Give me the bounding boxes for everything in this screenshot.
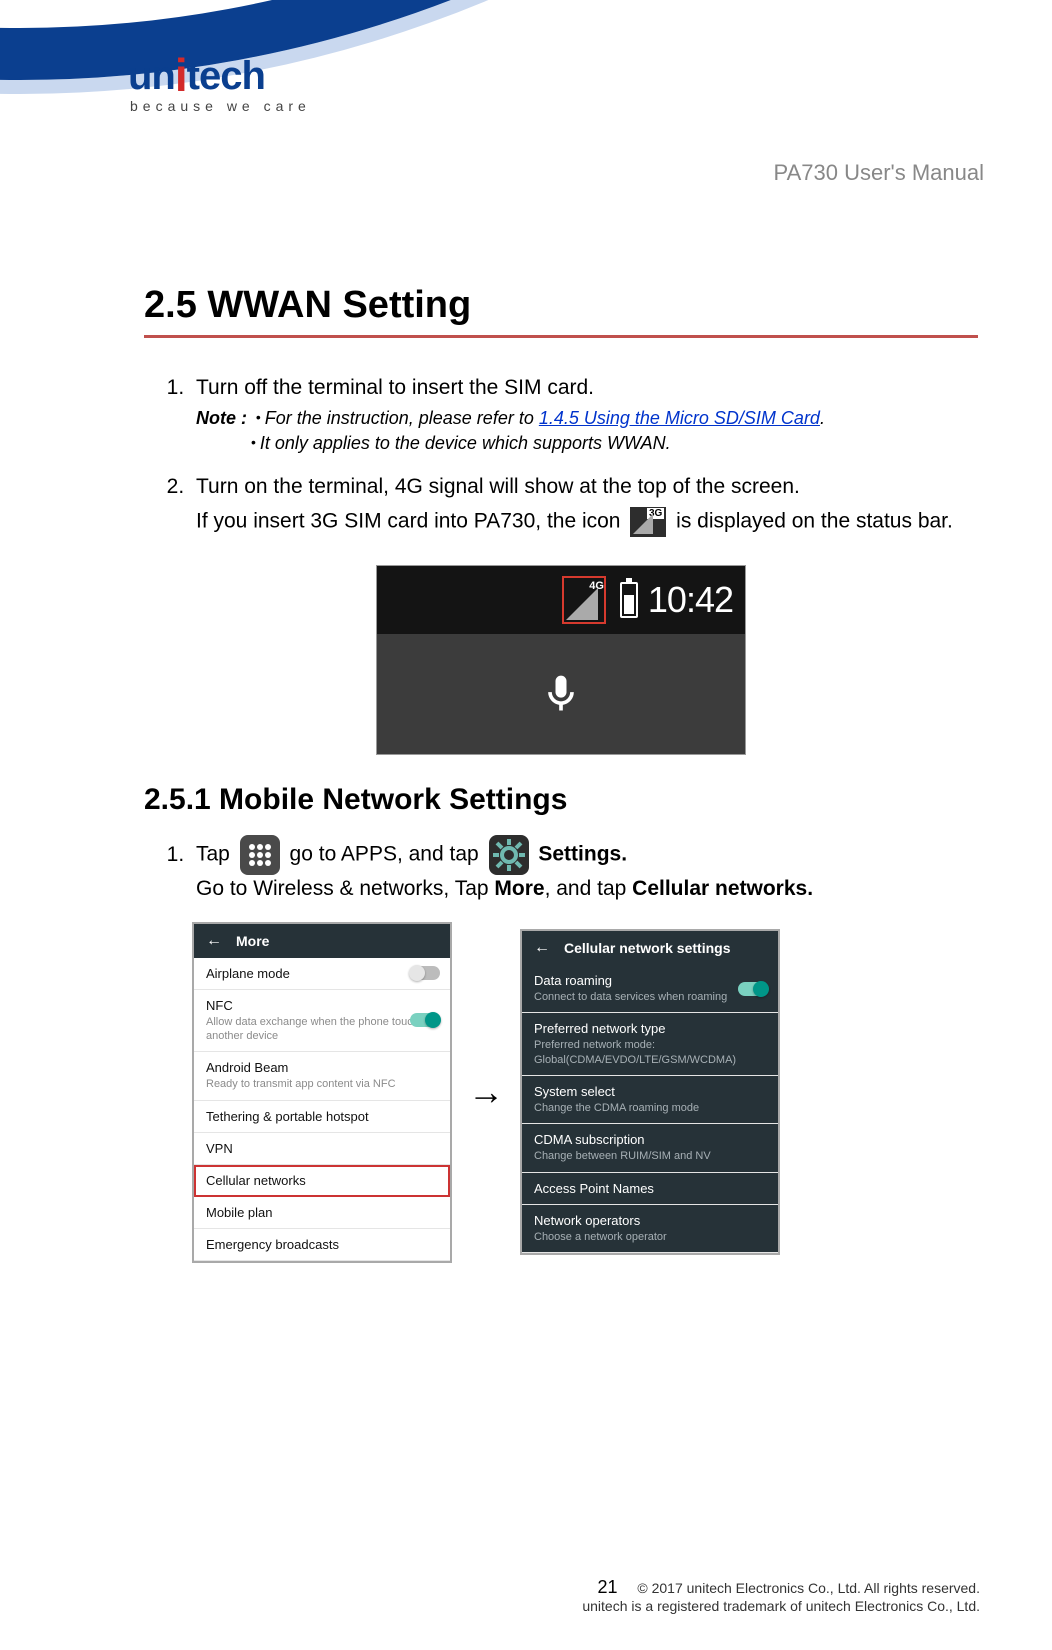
bullet-icon: •	[251, 434, 260, 450]
roaming-toggle[interactable]	[738, 982, 768, 996]
row-beam[interactable]: Android Beam Ready to transmit app conte…	[194, 1052, 450, 1100]
airplane-toggle[interactable]	[410, 966, 440, 980]
cellular-header: ← Cellular network settings	[522, 931, 778, 965]
statusbar: 4G 10:42	[377, 566, 745, 634]
row-pref-title: Preferred network type	[534, 1021, 766, 1036]
substep-1-e: , and tap	[545, 877, 633, 900]
substep-1-a: Tap	[196, 843, 236, 866]
row-preferred-type[interactable]: Preferred network type Preferred network…	[522, 1013, 778, 1076]
step-1-text: Turn off the terminal to insert the SIM …	[196, 376, 594, 399]
note-label: Note :	[196, 408, 247, 428]
arrow-right-icon: →	[468, 1074, 504, 1110]
section-heading: 2.5 WWAN Setting	[144, 284, 978, 327]
row-cdma-sub: Change between RUIM/SIM and NV	[534, 1149, 766, 1163]
row-plan-title: Mobile plan	[206, 1205, 438, 1220]
note-b: It only applies to the device which supp…	[260, 433, 671, 453]
step-1-note: Note : • For the instruction, please ref…	[196, 406, 978, 455]
nfc-toggle[interactable]	[410, 1013, 440, 1027]
back-arrow-icon[interactable]: ←	[206, 932, 222, 950]
row-nfc-title: NFC	[206, 998, 438, 1013]
row-roam-sub: Connect to data services when roaming	[534, 990, 766, 1004]
note-a-link[interactable]: 1.4.5 Using the Micro SD/SIM Card	[539, 408, 820, 428]
row-cell-title: Cellular networks	[206, 1173, 438, 1188]
logo-suffix: tech	[187, 54, 265, 98]
step-1: Turn off the terminal to insert the SIM …	[190, 374, 978, 455]
row-airplane[interactable]: Airplane mode	[194, 958, 450, 990]
substep-1-c: Settings.	[538, 843, 627, 866]
row-tether[interactable]: Tethering & portable hotspot	[194, 1101, 450, 1133]
note-a-prefix: For the instruction, please refer to	[265, 408, 539, 428]
signal-4g-icon: 4G	[566, 582, 602, 620]
row-cellular-networks[interactable]: Cellular networks	[194, 1165, 450, 1197]
bullet-icon: •	[252, 409, 265, 425]
substep-1: Tap go to APPS, and tap Settings. Go to …	[190, 835, 978, 903]
row-ops-title: Network operators	[534, 1213, 766, 1228]
page-number: 21	[597, 1577, 617, 1598]
more-header-title: More	[236, 933, 269, 949]
row-sys-sub: Change the CDMA roaming mode	[534, 1101, 766, 1115]
row-tether-title: Tethering & portable hotspot	[206, 1109, 438, 1124]
note-a-suffix: .	[820, 408, 825, 428]
row-system-select[interactable]: System select Change the CDMA roaming mo…	[522, 1076, 778, 1124]
search-row	[377, 634, 745, 754]
footer-line2: unitech is a registered trademark of uni…	[582, 1598, 980, 1614]
row-emergency[interactable]: Emergency broadcasts	[194, 1229, 450, 1261]
section-rule	[144, 335, 978, 338]
row-apn[interactable]: Access Point Names	[522, 1173, 778, 1205]
step-2-body-a: If you insert 3G SIM card into PA730, th…	[196, 510, 626, 533]
row-data-roaming[interactable]: Data roaming Connect to data services wh…	[522, 965, 778, 1013]
row-mobile-plan[interactable]: Mobile plan	[194, 1197, 450, 1229]
row-vpn-title: VPN	[206, 1141, 438, 1156]
substep-1-b: go to APPS, and tap	[290, 843, 485, 866]
substep-1-cell: Cellular networks.	[632, 877, 813, 900]
row-beam-title: Android Beam	[206, 1060, 438, 1075]
row-cdma-title: CDMA subscription	[534, 1132, 766, 1147]
battery-icon	[620, 582, 638, 618]
subsection-heading: 2.5.1 Mobile Network Settings	[144, 783, 978, 817]
cellular-header-title: Cellular network settings	[564, 940, 730, 956]
footer-line1: © 2017 unitech Electronics Co., Ltd. All…	[637, 1580, 980, 1596]
row-beam-sub: Ready to transmit app content via NFC	[206, 1077, 438, 1091]
signal-highlight: 4G	[562, 576, 606, 624]
page-footer: 21 © 2017 unitech Electronics Co., Ltd. …	[72, 1577, 980, 1614]
statusbar-figure: 4G 10:42	[376, 565, 746, 755]
statusbar-time: 10:42	[648, 579, 733, 621]
screenshots-row: ← More Airplane mode NFC Allow data exch…	[192, 922, 978, 1263]
row-nfc-sub: Allow data exchange when the phone touch…	[206, 1015, 438, 1044]
row-emerg-title: Emergency broadcasts	[206, 1237, 438, 1252]
settings-gear-icon	[489, 835, 529, 875]
apps-icon	[240, 835, 280, 875]
row-sys-title: System select	[534, 1084, 766, 1099]
row-pref-sub: Preferred network mode: Global(CDMA/EVDO…	[534, 1038, 766, 1067]
brand-logo: unitech because we care	[128, 48, 984, 114]
substep-1-d: Go to Wireless & networks, Tap	[196, 877, 494, 900]
document-title: PA730 User's Manual	[774, 160, 984, 186]
row-apn-title: Access Point Names	[534, 1181, 766, 1196]
back-arrow-icon[interactable]: ←	[534, 939, 550, 957]
screenshot-cellular: ← Cellular network settings Data roaming…	[520, 929, 780, 1255]
logo-tagline: because we care	[130, 98, 984, 114]
substep-1-more: More	[494, 877, 544, 900]
mic-icon	[539, 664, 583, 724]
signal-4g-label: 4G	[589, 580, 604, 592]
logo-prefix: un	[128, 54, 175, 98]
step-2: Turn on the terminal, 4G signal will sho…	[190, 473, 978, 537]
row-cdma-subscription[interactable]: CDMA subscription Change between RUIM/SI…	[522, 1124, 778, 1172]
row-ops-sub: Choose a network operator	[534, 1230, 766, 1244]
step-2-text: Turn on the terminal, 4G signal will sho…	[196, 475, 800, 498]
logo-dot-i: i	[175, 49, 187, 101]
row-airplane-title: Airplane mode	[206, 966, 438, 981]
screenshot-more: ← More Airplane mode NFC Allow data exch…	[192, 922, 452, 1263]
signal-3g-label: 3G	[647, 508, 664, 519]
row-nfc[interactable]: NFC Allow data exchange when the phone t…	[194, 990, 450, 1053]
signal-3g-icon: 3G	[630, 507, 666, 537]
row-vpn[interactable]: VPN	[194, 1133, 450, 1165]
row-network-operators[interactable]: Network operators Choose a network opera…	[522, 1205, 778, 1253]
more-header: ← More	[194, 924, 450, 958]
step-2-body-b: is displayed on the status bar.	[676, 510, 953, 533]
row-roam-title: Data roaming	[534, 973, 766, 988]
